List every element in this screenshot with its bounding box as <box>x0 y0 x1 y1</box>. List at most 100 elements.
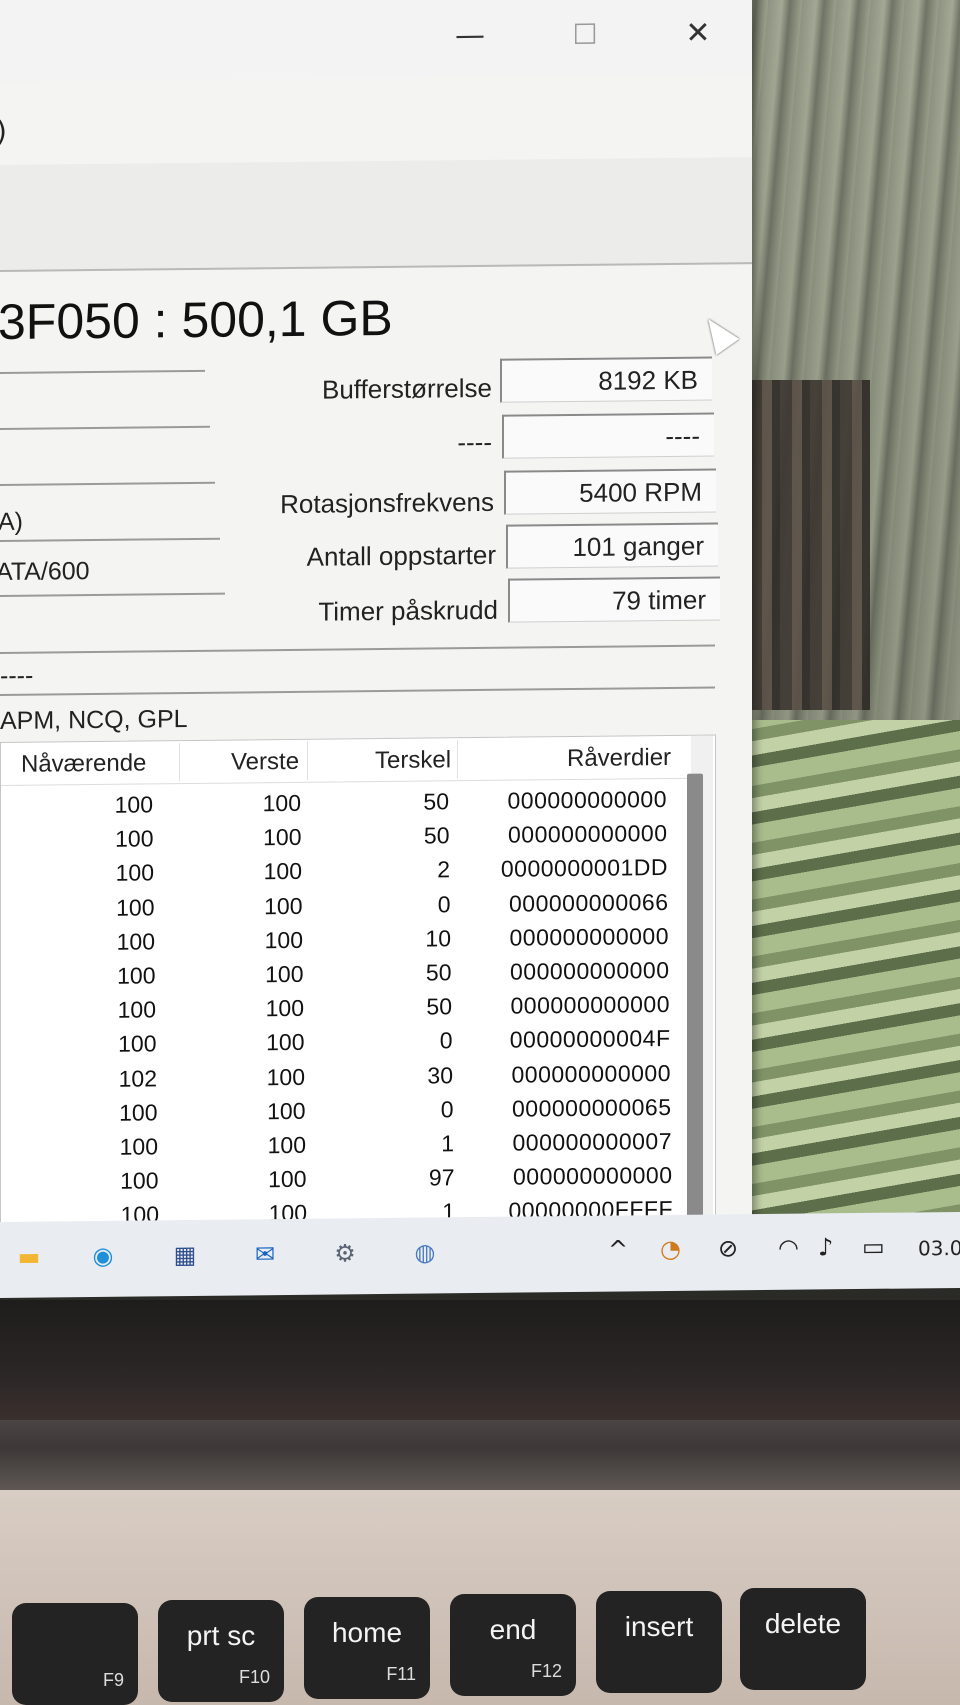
current-cell: 100 <box>115 859 154 887</box>
features-field: APM, NCQ, GPL <box>0 705 188 735</box>
column-worst[interactable]: Verste <box>231 748 299 777</box>
smart-table-header: Nåværende Verste Terskel Råverdier <box>1 735 691 786</box>
current-cell: 100 <box>119 1099 158 1126</box>
volume-icon[interactable]: ♪ <box>818 1233 833 1261</box>
worst-cell: 100 <box>262 789 301 817</box>
rotation-rate-label: Rotasjonsfrekvens <box>280 486 494 520</box>
field-line-full <box>0 644 715 654</box>
worst-cell: 100 <box>267 1097 306 1124</box>
current-cell: 100 <box>116 893 155 921</box>
threshold-cell: 0 <box>437 890 451 918</box>
column-raw-values[interactable]: Råverdier <box>567 744 671 773</box>
maximize-button[interactable]: ☐ <box>555 14 615 55</box>
worst-cell: 100 <box>267 1131 306 1159</box>
power-on-hours-value: 79 timer <box>508 576 720 623</box>
file-explorer-icon[interactable]: ▬ <box>6 1233 52 1279</box>
clock[interactable]: 03.0 <box>918 1236 960 1260</box>
interface-field: A) <box>0 507 23 537</box>
power-on-count-value: 101 ganger <box>506 522 718 569</box>
threshold-cell: 2 <box>437 856 450 883</box>
outlook-icon[interactable]: ✉ <box>242 1231 288 1277</box>
threshold-cell: 50 <box>423 822 450 849</box>
power-on-hours-label: Timer påskrudd <box>318 594 498 627</box>
drive-letter-field: ---- <box>0 661 34 690</box>
raw-value-cell: 000000000000 <box>510 991 671 1019</box>
smart-table: Nåværende Verste Terskel Råverdier 100 10… <box>0 734 716 1229</box>
no-sync-icon[interactable]: ⊘ <box>718 1234 738 1262</box>
key-insert: insert <box>596 1591 722 1693</box>
current-cell: 100 <box>118 1030 157 1058</box>
taskbar: ▬ ◉ ▦ ✉ ⚙ ◍ ^ ◔ ⊘ ◠ ♪ ▭ 03.0 <box>0 1211 960 1298</box>
column-current[interactable]: Nåværende <box>21 749 146 778</box>
raw-value-cell: 000000000000 <box>507 786 668 814</box>
buffer-size-value: 8192 KB <box>500 356 712 403</box>
threshold-cell: 97 <box>428 1164 455 1191</box>
worst-cell: 100 <box>263 824 302 851</box>
worst-cell: 100 <box>264 926 303 954</box>
raw-value-cell: 000000000000 <box>509 922 670 951</box>
crystaldiskinfo-window: — ☐ ✕ ) 3F050 : 500,1 GB A) ATA/600 ----… <box>0 0 752 1229</box>
current-cell: 100 <box>117 962 156 989</box>
left-field-line <box>0 425 210 430</box>
worst-cell: 100 <box>263 858 302 885</box>
raw-value-cell: 000000000000 <box>508 820 668 848</box>
raw-value-cell: 00000000004F <box>509 1025 671 1054</box>
key-home: home F11 <box>304 1597 430 1699</box>
store-icon[interactable]: ▦ <box>162 1232 208 1278</box>
crystaldiskinfo-icon[interactable]: ◍ <box>402 1229 448 1275</box>
threshold-cell: 50 <box>425 959 452 986</box>
current-cell: 100 <box>116 928 155 955</box>
current-cell: 100 <box>119 1133 158 1160</box>
rotation-rate-value: 5400 RPM <box>504 468 716 515</box>
threshold-cell: 10 <box>425 925 451 952</box>
threshold-cell: 1 <box>441 1130 454 1157</box>
raw-value-cell: 000000000000 <box>511 1059 672 1088</box>
laptop-hinge <box>0 1420 960 1490</box>
raw-value-cell: 000000000007 <box>512 1127 673 1156</box>
raw-value-cell: 000000000000 <box>510 956 670 985</box>
column-separator[interactable] <box>457 740 458 779</box>
current-cell: 100 <box>115 825 154 852</box>
disk-title: 3F050 : 500,1 GB <box>0 289 393 351</box>
field-line-full <box>0 686 715 696</box>
battery-icon[interactable]: ▭ <box>862 1233 885 1261</box>
power-on-count-label: Antall oppstarter <box>306 539 496 572</box>
current-cell: 100 <box>117 996 156 1023</box>
worst-cell: 100 <box>266 1063 305 1090</box>
raw-value-cell: 0000000001DD <box>500 854 668 883</box>
left-field-line <box>0 481 215 486</box>
drive-selector-band <box>0 157 752 272</box>
column-separator[interactable] <box>307 741 308 780</box>
minimize-button[interactable]: — <box>440 15 500 56</box>
worst-cell: 100 <box>264 892 303 919</box>
left-field-line <box>0 369 205 374</box>
left-field-line <box>0 537 220 542</box>
key-f9: F9 <box>12 1603 138 1705</box>
threshold-cell: 0 <box>440 1096 454 1123</box>
transfer-mode-field: ATA/600 <box>0 557 90 587</box>
close-button[interactable]: ✕ <box>668 12 728 53</box>
key-prt-sc: prt sc F10 <box>158 1600 284 1702</box>
worst-cell: 100 <box>266 1029 305 1056</box>
nv-cache-value: ---- <box>502 412 714 459</box>
app-tray-icon[interactable]: ◔ <box>660 1235 681 1263</box>
column-threshold[interactable]: Terskel <box>375 746 451 775</box>
worst-cell: 100 <box>265 960 304 988</box>
left-field-line <box>0 592 225 597</box>
show-hidden-icons-chevron-icon[interactable]: ^ <box>608 1235 628 1263</box>
wifi-icon[interactable]: ◠ <box>778 1234 799 1262</box>
current-cell: 102 <box>118 1064 157 1092</box>
settings-icon[interactable]: ⚙ <box>322 1230 368 1276</box>
current-cell: 100 <box>114 791 153 818</box>
key-delete: delete <box>740 1588 866 1690</box>
threshold-cell: 50 <box>423 788 449 815</box>
menu-bar-fragment[interactable]: ) <box>0 115 7 148</box>
column-separator[interactable] <box>179 743 180 782</box>
scrollbar-thumb[interactable] <box>687 773 703 1224</box>
raw-value-cell: 000000000000 <box>513 1162 673 1190</box>
raw-value-cell: 000000000066 <box>509 888 669 917</box>
key-end: end F12 <box>450 1594 576 1696</box>
nv-cache-label: ---- <box>457 426 492 458</box>
worst-cell: 100 <box>265 995 304 1022</box>
edge-icon[interactable]: ◉ <box>80 1233 126 1279</box>
